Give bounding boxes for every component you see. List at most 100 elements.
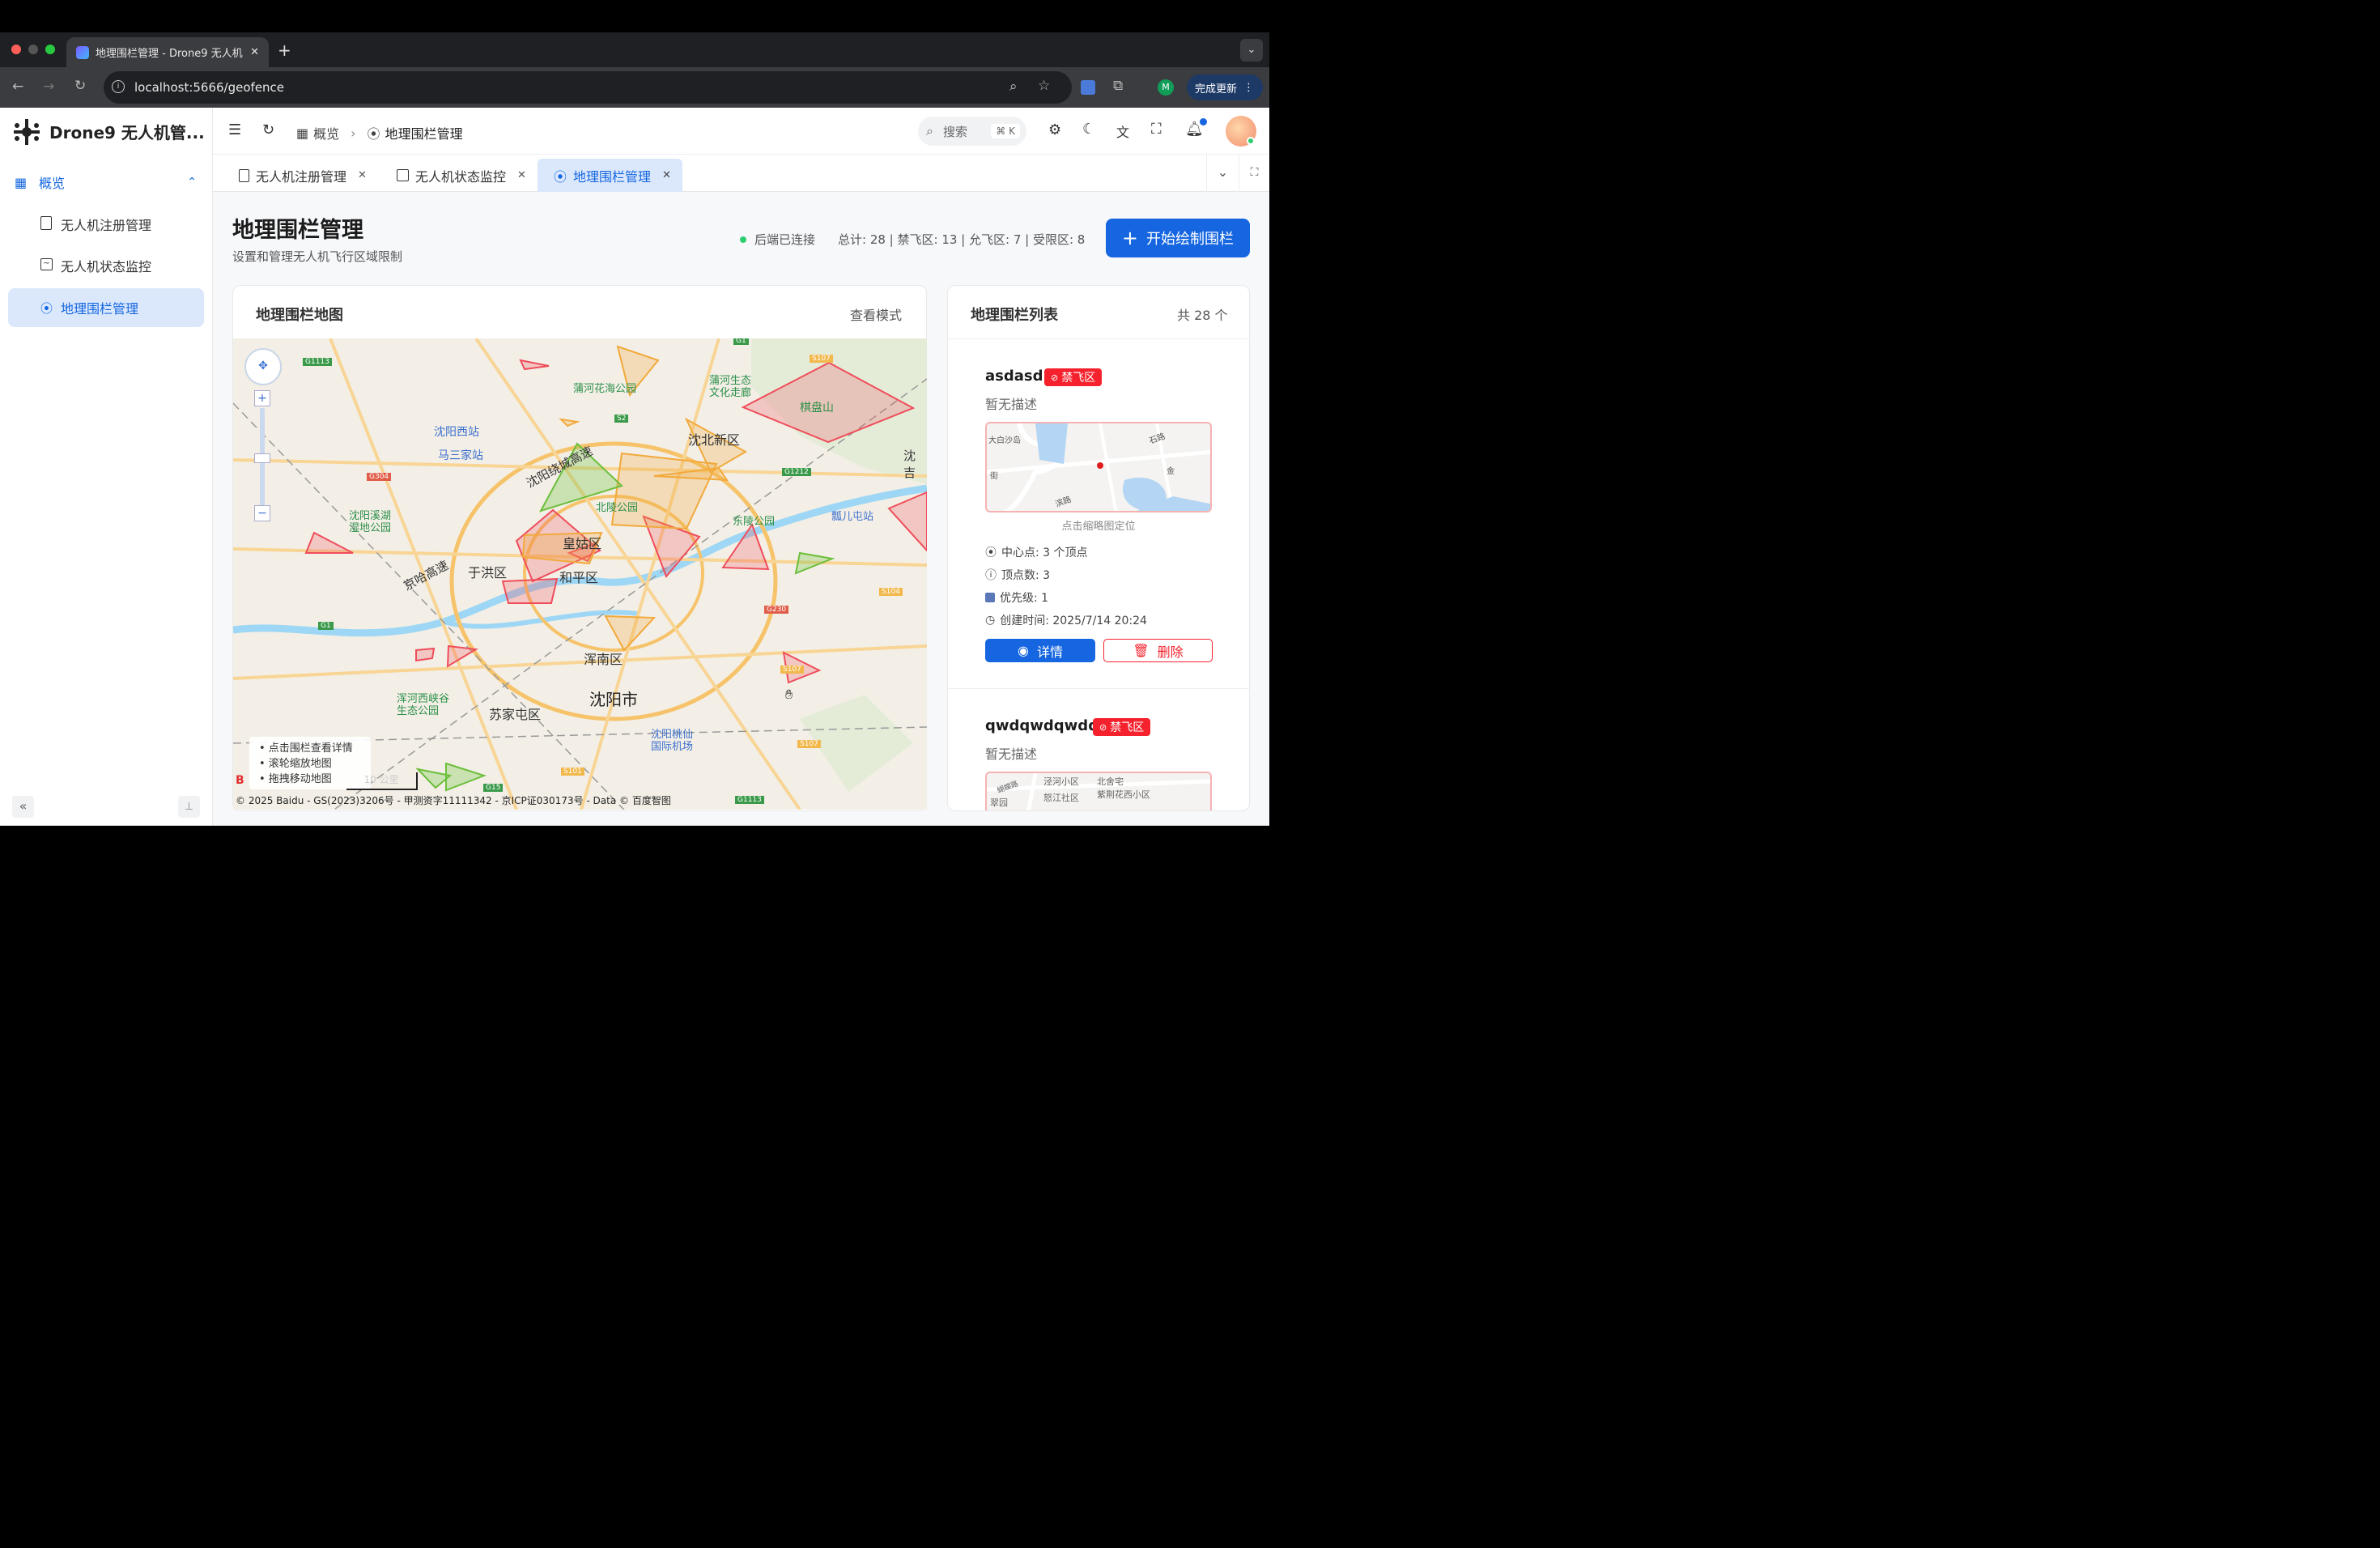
geofence-restricted[interactable] [559, 418, 580, 427]
geofence-description: 暂无描述 [984, 746, 1038, 762]
zoom-icon[interactable]: ⌕ [1009, 79, 1018, 95]
search-input[interactable]: ⌕ 搜索 ⌘ K [917, 116, 1026, 146]
road-shield: G1 [733, 338, 749, 345]
map-label-line: 沈阳桃仙 [650, 728, 694, 741]
road-shield: S104 [878, 587, 903, 596]
map-label: 沈阳桃仙 国际机场 [651, 729, 693, 753]
geofence-nofly[interactable] [519, 359, 550, 371]
tabs-dropdown-icon[interactable]: ⌄ [1205, 154, 1239, 192]
page-subtitle: 设置和管理无人机飞行区域限制 [232, 249, 403, 264]
translate-extension-icon[interactable] [1080, 79, 1095, 95]
detail-button-label: 详情 [1036, 644, 1063, 660]
map-label: 瓢儿屯站 [831, 510, 874, 523]
sidebar-item-drone-monitor[interactable]: ~ 无人机状态监控 [8, 246, 204, 285]
sidebar-item-geofence[interactable]: ⦿ 地理围栏管理 [7, 287, 204, 327]
geofence-nofly[interactable] [501, 577, 559, 604]
map-pan-control[interactable]: ✥ [244, 347, 282, 385]
geofence-map[interactable]: 蒲河花海公园 蒲河生态 文化走廊 棋盘山 沈阳西站 马三家站 沈阳绕城高速 沈北新… [232, 338, 927, 810]
thumb-label: 北舍宅 [1096, 776, 1124, 787]
geofence-thumbnail[interactable]: 泾河小区 北舍宅 紫荆花西小区 怒江社区 翠园 蝴蝶路 [984, 771, 1212, 810]
close-tab-icon[interactable]: ✕ [517, 169, 526, 181]
sidebar-group-overview[interactable]: ▦ 概览 ⌃ [15, 172, 197, 192]
language-icon[interactable]: 文 [1116, 121, 1129, 141]
extensions-icon[interactable]: ⧉ [1113, 78, 1123, 94]
tab-drone-registry[interactable]: 无人机注册管理 ✕ [231, 159, 375, 192]
pin-icon[interactable]: ⊥ [177, 795, 200, 818]
delete-button[interactable]: 🗑︎ 删除 [1103, 638, 1213, 662]
geofence-allowed[interactable] [444, 762, 487, 792]
new-tab-button[interactable]: + [278, 40, 291, 60]
update-button[interactable]: 完成更新 ⋮ [1186, 74, 1263, 100]
geofence-thumbnail[interactable]: 大白沙岛 石路 街 滨路 金 [984, 421, 1212, 512]
back-icon[interactable]: ← [12, 79, 23, 95]
badge-label: 禁飞区 [1061, 371, 1096, 385]
maximize-window-button[interactable] [45, 44, 55, 54]
close-tab-icon[interactable]: ✕ [358, 169, 367, 181]
dark-mode-moon-icon[interactable]: ☾ [1082, 121, 1095, 138]
map-label: 苏家屯区 [488, 706, 542, 722]
breadcrumb: ▦ 概览 › ⦿ 地理围栏管理 [296, 123, 463, 142]
url-input[interactable]: localhost:5666/geofence [103, 70, 1072, 104]
tab-label: 地理围栏管理 [573, 168, 652, 185]
view-mode-label[interactable]: 查看模式 [850, 304, 902, 324]
collapse-sidebar-button[interactable]: « [11, 795, 34, 818]
detail-button[interactable]: ◉ 详情 [984, 638, 1095, 662]
tab-drone-monitor[interactable]: 无人机状态监控 ✕ [389, 159, 534, 192]
refresh-icon[interactable]: ↻ [262, 121, 274, 138]
zoom-slider-handle[interactable] [253, 453, 270, 463]
list-count: 共 28 个 [1176, 307, 1228, 323]
clock-icon: ◷ [984, 613, 996, 627]
bookmark-star-icon[interactable]: ☆ [1038, 78, 1050, 94]
geofence-nofly[interactable] [414, 647, 436, 662]
geofence-nofly[interactable] [887, 491, 927, 552]
start-draw-geofence-button[interactable]: + 开始绘制围栏 [1105, 218, 1250, 257]
geofence-nofly[interactable] [304, 531, 354, 554]
tab-list-button[interactable]: ⌄ [1239, 38, 1263, 62]
geofence-description: 暂无描述 [984, 396, 1038, 412]
thumb-lake [1035, 423, 1068, 464]
list-item[interactable]: asdasd ⊘ 禁飞区 暂无描述 大白沙岛 石路 街 滨路 金 点击缩略图定位… [947, 339, 1249, 689]
map-label: 于洪区 [467, 564, 508, 580]
fullscreen-icon[interactable]: ⛶ [1151, 121, 1162, 138]
tabs-maximize-icon[interactable]: ⛶ [1238, 154, 1269, 192]
map-label: 沈北新区 [687, 432, 741, 448]
hand-cursor-icon: ✋︎ [784, 686, 793, 702]
thumb-marker [1096, 461, 1103, 469]
geofence-stats: 总计: 28 | 禁飞区: 13 | 允飞区: 7 | 受限区: 8 [837, 232, 1086, 247]
browser-tab-title: 地理围栏管理 - Drone9 无人机 [95, 47, 243, 60]
url-text: localhost:5666/geofence [134, 79, 285, 95]
ban-icon: ⊘ [1099, 721, 1107, 733]
close-window-button[interactable] [11, 44, 21, 54]
site-info-icon[interactable]: i [111, 79, 125, 93]
forward-icon[interactable]: → [43, 79, 54, 95]
tab-geofence[interactable]: ⦿ 地理围栏管理 ✕ [537, 158, 682, 192]
plus-icon: + [1121, 226, 1139, 249]
map-label: 沈吉 [903, 448, 916, 480]
more-menu-icon: ⋮ [1243, 81, 1255, 94]
map-pin-icon: ⦿ [553, 168, 567, 185]
settings-gear-icon[interactable]: ⚙ [1048, 121, 1061, 138]
list-item[interactable]: qwdqwdqwdq ⊘ 禁飞区 暂无描述 泾河小区 北舍宅 紫荆花西小区 怒江… [948, 689, 1249, 810]
list-title: 地理围栏列表 [970, 306, 1058, 324]
map-label: 蒲河花海公园 [572, 382, 637, 395]
clipboard-icon [238, 168, 249, 182]
geofence-name: qwdqwdqwdq [984, 717, 1099, 734]
profile-avatar[interactable]: M [1157, 79, 1174, 96]
reload-icon[interactable]: ↻ [74, 78, 86, 94]
geofence-nofly[interactable] [446, 644, 479, 668]
minimize-window-button[interactable] [28, 44, 38, 54]
thumb-label: 金 [1166, 466, 1175, 476]
menu-toggle-icon[interactable]: ☰ [228, 121, 241, 138]
map-hint: • 滚轮缩放地图 [258, 757, 332, 770]
geofence-restricted[interactable] [610, 452, 718, 530]
close-tab-icon[interactable]: ✕ [662, 169, 671, 181]
sidebar-item-drone-registry[interactable]: 无人机注册管理 [8, 205, 204, 244]
zoom-out-button[interactable]: − [253, 504, 270, 521]
browser-tab[interactable]: 地理围栏管理 - Drone9 无人机 ✕ [66, 36, 269, 67]
breadcrumb-home[interactable]: 概览 [313, 123, 339, 142]
zoom-in-button[interactable]: + [253, 389, 270, 406]
road-shield: G230 [763, 605, 789, 614]
road-shield: S107 [809, 354, 833, 363]
map-label: 浑河西峡谷 生态公园 [397, 693, 449, 717]
close-tab-icon[interactable]: ✕ [250, 46, 259, 58]
